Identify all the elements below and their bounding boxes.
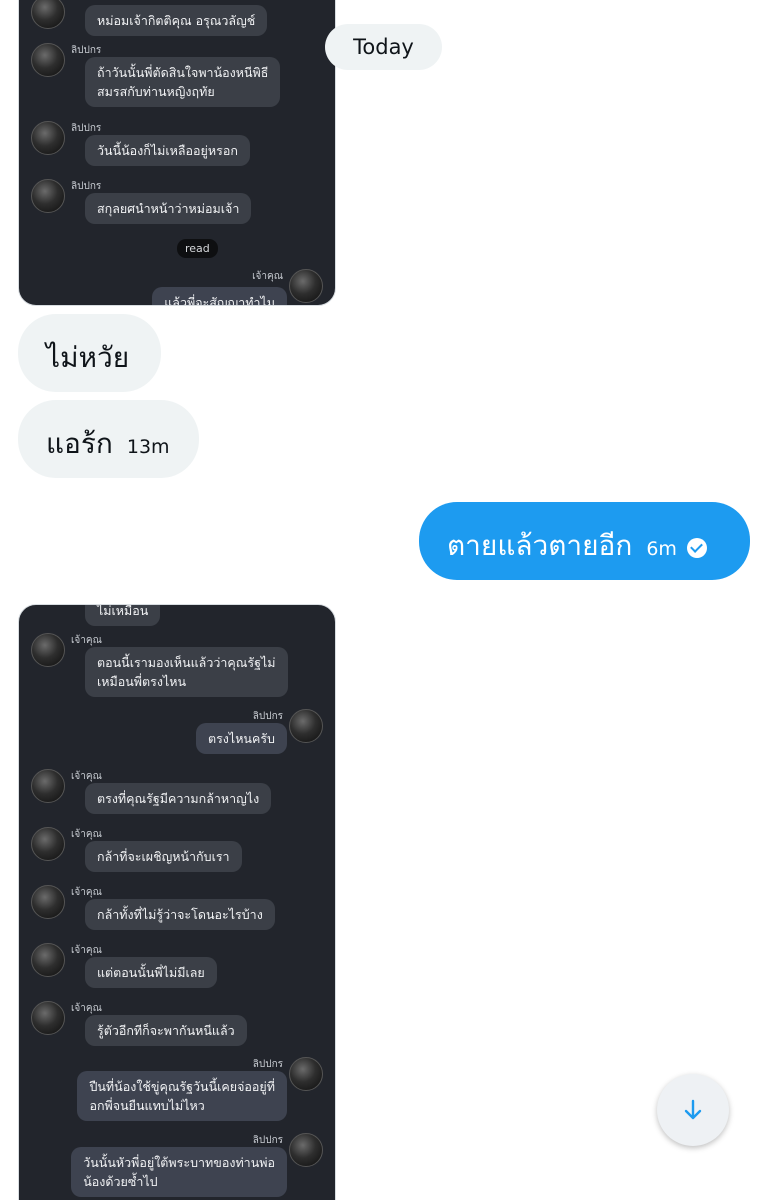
sender-name: ลิปปกร: [71, 123, 102, 134]
screenshot-message-bubble: ไม่เหมือน: [85, 605, 161, 626]
sender-name: ลิปปกร: [71, 45, 102, 56]
screenshot-message-bubble: รู้ตัวอีกทีก็จะพากันหนีแล้ว: [85, 1015, 247, 1046]
read-status-pill: read: [177, 239, 218, 258]
screenshot-message-bubble: แต่ตอนนั้นพี่ไม่มีเลย: [85, 957, 217, 988]
avatar: [289, 709, 323, 743]
arrow-down-icon: [684, 1099, 702, 1120]
received-message-bubble[interactable]: ไม่หวัย: [18, 314, 161, 392]
avatar: [31, 1001, 65, 1035]
chat-screenshot-image-1[interactable]: หม่อมเจ้ากิตติคุณ อรุณวลัญช์ ลิปปกร ถ้าว…: [18, 0, 336, 306]
avatar: [31, 769, 65, 803]
sender-name: เจ้าคุณ: [252, 271, 283, 282]
avatar: [31, 179, 65, 213]
sender-name: เจ้าคุณ: [71, 635, 102, 646]
avatar: [31, 943, 65, 977]
sender-name: ลิปปกร: [252, 711, 283, 722]
sender-name: ลิปปกร: [71, 181, 102, 192]
date-divider: Today: [325, 24, 442, 70]
avatar: [289, 1057, 323, 1091]
sent-message-bubble[interactable]: ตายแล้วตายอีก 6m: [419, 502, 750, 580]
message-text: ไม่หวัย: [46, 341, 130, 374]
sender-name: เจ้าคุณ: [71, 887, 102, 898]
avatar: [31, 43, 65, 77]
avatar: [31, 827, 65, 861]
sender-name: ลิปปกร: [252, 1059, 283, 1070]
received-message-bubble[interactable]: แอร้ก 13m: [18, 400, 199, 478]
screenshot-message-bubble: กล้าที่จะเผชิญหน้ากับเรา: [85, 841, 242, 872]
scroll-to-bottom-button[interactable]: [657, 1074, 729, 1146]
message-timestamp: 6m: [646, 538, 677, 560]
screenshot-message-bubble: ปืนที่น้องใช้ขู่คุณรัฐวันนี้เคยจ่ออยู่ที…: [77, 1071, 287, 1121]
screenshot-message-bubble: กล้าทั้งที่ไม่รู้ว่าจะโดนอะไรบ้าง: [85, 899, 275, 930]
check-circle-icon: [686, 538, 707, 558]
screenshot-message-bubble: วันนั้นหัวพี่อยู่ใต้พระบาทของท่านพ่อ น้อ…: [71, 1147, 287, 1197]
avatar: [289, 269, 323, 303]
message-timestamp: 13m: [126, 436, 170, 458]
screenshot-message-bubble: ตรงที่คุณรัฐมีความกล้าหาญไง: [85, 783, 272, 814]
sender-name: เจ้าคุณ: [71, 771, 102, 782]
screenshot-message-bubble: แล้วพี่จะสัญญาทำไม: [152, 287, 287, 305]
avatar: [289, 1133, 323, 1167]
message-text: แอร้ก: [46, 427, 113, 460]
screenshot-message-bubble: สกุลยศนำหน้าว่าหม่อมเจ้า: [85, 193, 252, 224]
screenshot-message-bubble: ตอนนี้เรามองเห็นแล้วว่าคุณรัฐไม่ เหมือนพ…: [85, 647, 288, 697]
sender-name: ลิปปกร: [252, 1135, 283, 1146]
sender-name: เจ้าคุณ: [71, 945, 102, 956]
avatar: [31, 885, 65, 919]
avatar: [31, 0, 65, 29]
message-text: ตายแล้วตายอีก: [447, 529, 633, 562]
avatar: [31, 121, 65, 155]
sender-name: เจ้าคุณ: [71, 1003, 102, 1014]
screenshot-message-bubble: วันนี้น้องก็ไม่เหลืออยู่หรอก: [85, 135, 250, 166]
screenshot-message-bubble: หม่อมเจ้ากิตติคุณ อรุณวลัญช์: [85, 5, 268, 36]
screenshot-message-bubble: ตรงไหนครับ: [195, 723, 287, 754]
avatar: [31, 633, 65, 667]
sender-name: เจ้าคุณ: [71, 829, 102, 840]
chat-screenshot-image-2[interactable]: ไม่เหมือน เจ้าคุณ ตอนนี้เรามองเห็นแล้วว่…: [18, 604, 336, 1200]
screenshot-message-bubble: ถ้าวันนั้นพี่ตัดสินใจพาน้องหนีพิธี สมรสก…: [85, 57, 281, 107]
